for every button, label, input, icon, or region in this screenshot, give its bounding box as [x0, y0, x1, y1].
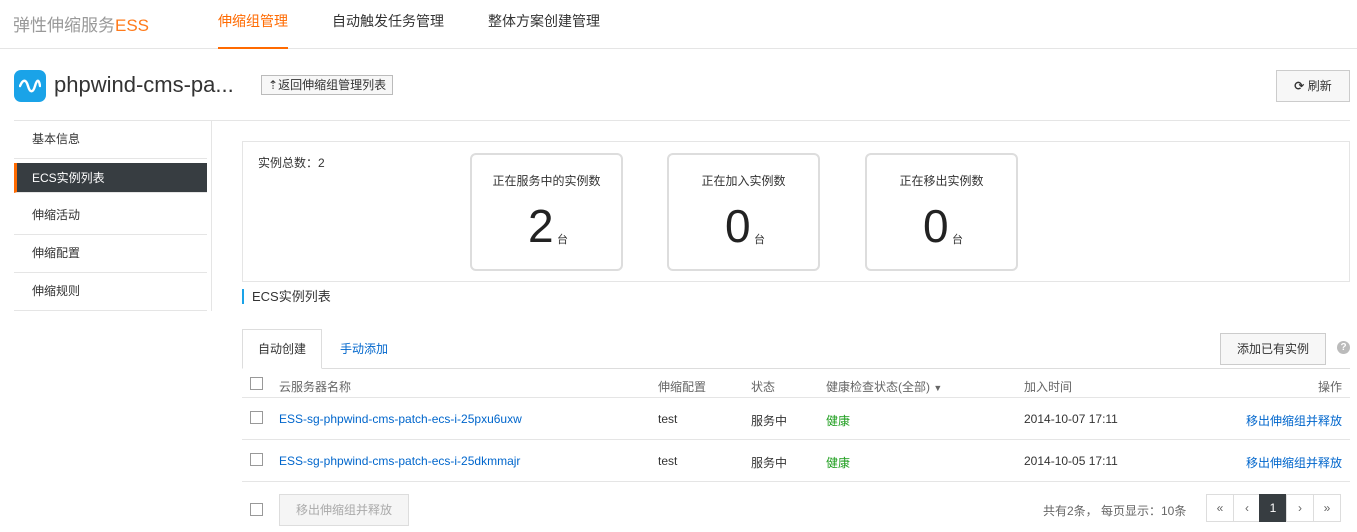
- sidebar: 基本信息 ECS实例列表 伸缩活动 伸缩配置 伸缩规则: [14, 121, 212, 311]
- sidebar-item-basic-info[interactable]: 基本信息: [14, 121, 207, 159]
- nav-tab-solutions[interactable]: 整体方案创建管理: [488, 0, 600, 49]
- stat-unit: 台: [952, 234, 963, 246]
- nav-tab-scaling-groups[interactable]: 伸缩组管理: [218, 0, 288, 49]
- instance-summary: 实例总数：2 正在服务中的实例数 2 台 正在加入实例数 0 台 正在移出实例数…: [242, 141, 1350, 282]
- refresh-label: 刷新: [1307, 79, 1332, 93]
- pager-page-1[interactable]: 1: [1259, 494, 1287, 522]
- pager-next-button[interactable]: ›: [1286, 494, 1314, 522]
- stat-label: 正在加入实例数: [701, 174, 786, 188]
- question-icon[interactable]: ?: [1337, 341, 1350, 354]
- tabs-divider: [242, 368, 1350, 369]
- sidebar-item-ecs-list[interactable]: ECS实例列表: [14, 163, 207, 193]
- column-header-config: 伸缩配置: [658, 380, 707, 394]
- instance-joined-time: 2014-10-07 17:11: [1024, 412, 1118, 426]
- brand-accent: ESS: [115, 16, 150, 35]
- instance-health: 健康: [826, 414, 851, 428]
- stat-value: 0: [725, 200, 751, 252]
- row-divider: [242, 397, 1350, 398]
- arrow-up-icon: ⇡: [268, 78, 279, 92]
- column-header-action: 操作: [1318, 380, 1343, 394]
- brand-text: 弹性伸缩服务: [13, 16, 115, 35]
- stat-removing: 正在移出实例数 0 台: [865, 153, 1018, 271]
- stat-label: 正在服务中的实例数: [492, 174, 601, 188]
- row-checkbox[interactable]: [250, 453, 263, 466]
- instance-status: 服务中: [751, 456, 788, 470]
- top-navbar: 弹性伸缩服务ESS 伸缩组管理 自动触发任务管理 整体方案创建管理: [0, 0, 1357, 49]
- pager-last-button[interactable]: »: [1313, 494, 1341, 522]
- nav-tab-auto-tasks[interactable]: 自动触发任务管理: [332, 0, 444, 49]
- select-all-checkbox[interactable]: [250, 377, 263, 390]
- instance-status: 服务中: [751, 414, 788, 428]
- section-title: ECS实例列表: [242, 289, 331, 304]
- stat-in-service: 正在服务中的实例数 2 台: [470, 153, 623, 271]
- remove-release-link[interactable]: 移出伸缩组并释放: [1246, 454, 1342, 471]
- instance-config: test: [658, 454, 678, 468]
- stat-joining: 正在加入实例数 0 台: [667, 153, 820, 271]
- header-divider: [14, 120, 1350, 121]
- brand-logo[interactable]: 弹性伸缩服务ESS: [13, 11, 149, 36]
- column-header-joined: 加入时间: [1024, 380, 1073, 394]
- stat-value: 0: [923, 200, 949, 252]
- column-header-status: 状态: [751, 380, 776, 394]
- page-title: phpwind-cms-pa...: [54, 72, 234, 97]
- back-to-list-button[interactable]: ⇡返回伸缩组管理列表: [261, 75, 394, 95]
- sidebar-item-activities[interactable]: 伸缩活动: [14, 197, 207, 235]
- instance-name-link[interactable]: ESS-sg-phpwind-cms-patch-ecs-i-25dkmmajr: [279, 454, 520, 468]
- stat-unit: 台: [557, 234, 568, 246]
- column-header-health-filter[interactable]: 健康检查状态(全部) ▼: [826, 378, 942, 395]
- refresh-icon: ⟳: [1294, 79, 1305, 93]
- pager-first-button[interactable]: «: [1206, 494, 1234, 522]
- row-checkbox[interactable]: [250, 411, 263, 424]
- tab-manually-added[interactable]: 手动添加: [340, 329, 388, 369]
- page-header: phpwind-cms-pa... ⇡返回伸缩组管理列表 ⟳ 刷新: [0, 60, 1357, 120]
- pagination-info: 共有2条， 每页显示：10条: [1043, 504, 1187, 518]
- instance-health: 健康: [826, 456, 851, 470]
- scaling-group-logo-icon: [14, 70, 46, 102]
- pager-prev-button[interactable]: ‹: [1233, 494, 1261, 522]
- stat-label: 正在移出实例数: [899, 174, 984, 188]
- sidebar-item-rules[interactable]: 伸缩规则: [14, 273, 207, 311]
- instance-joined-time: 2014-10-05 17:11: [1024, 454, 1118, 468]
- add-existing-instance-button[interactable]: 添加已有实例: [1220, 333, 1326, 365]
- bulk-select-checkbox[interactable]: [250, 503, 263, 516]
- instance-name-link[interactable]: ESS-sg-phpwind-cms-patch-ecs-i-25pxu6uxw: [279, 412, 522, 426]
- stat-unit: 台: [754, 234, 765, 246]
- row-divider: [242, 439, 1350, 440]
- remove-release-link[interactable]: 移出伸缩组并释放: [1246, 412, 1342, 429]
- back-to-list-label: 返回伸缩组管理列表: [278, 78, 387, 92]
- column-header-name: 云服务器名称: [279, 380, 352, 394]
- refresh-button[interactable]: ⟳ 刷新: [1276, 70, 1350, 102]
- sidebar-item-config[interactable]: 伸缩配置: [14, 235, 207, 273]
- stat-value: 2: [528, 200, 554, 252]
- instance-config: test: [658, 412, 678, 426]
- tab-auto-created[interactable]: 自动创建: [242, 329, 322, 369]
- instance-total: 实例总数：2: [258, 156, 325, 170]
- column-header-health: 健康检查状态(全部): [826, 380, 930, 394]
- row-divider: [242, 481, 1350, 482]
- caret-down-icon: ▼: [933, 383, 943, 393]
- bulk-remove-release-button[interactable]: 移出伸缩组并释放: [279, 494, 409, 526]
